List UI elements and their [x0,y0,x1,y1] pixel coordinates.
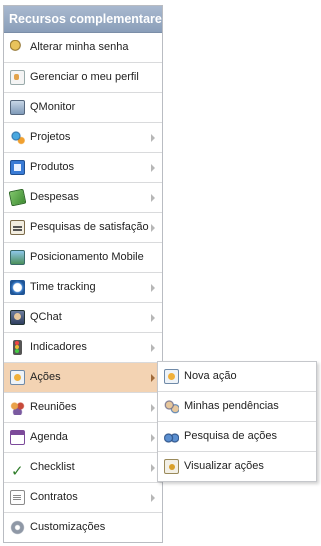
chevron-right-icon [151,224,155,232]
menu-item-customizations[interactable]: Customizações [4,513,162,542]
menu-item-manage-profile[interactable]: Gerenciar o meu perfil [4,63,162,93]
menu-item-label: Checklist [30,461,75,473]
chevron-right-icon [151,404,155,412]
actions-icon [10,370,25,385]
chevron-right-icon [151,464,155,472]
chevron-right-icon [151,314,155,322]
menu-item-label: Indicadores [30,341,87,353]
chevron-right-icon [151,374,155,382]
survey-icon [10,220,25,235]
menu-item-label: Contratos [30,491,78,503]
menu-item-expenses[interactable]: Despesas [4,183,162,213]
chevron-right-icon [151,434,155,442]
clock-icon [10,280,25,295]
menu-item-label: Reuniões [30,401,77,413]
menu-header: Recursos complementares [4,6,162,33]
menu-item-change-password[interactable]: Alterar minha senha [4,33,162,63]
profile-icon [10,70,25,85]
products-icon [10,160,25,175]
calendar-icon [10,430,25,445]
submenu-item-search-actions[interactable]: Pesquisa de ações [158,422,316,452]
menu-item-label: QChat [30,311,62,323]
menu-item-satisfaction-surveys[interactable]: Pesquisas de satisfação [4,213,162,243]
menu-item-qmonitor[interactable]: QMonitor [4,93,162,123]
menu-item-actions[interactable]: Ações [4,363,162,393]
menu-item-label: Posicionamento Mobile [30,251,144,263]
chevron-right-icon [151,494,155,502]
chat-icon [10,310,25,325]
meetings-icon [10,400,25,415]
traffic-light-icon [13,340,22,355]
menu-item-contracts[interactable]: Contratos [4,483,162,513]
menu-item-indicators[interactable]: Indicadores [4,333,162,363]
resources-menu: Recursos complementares Alterar minha se… [3,5,163,543]
checklist-icon [10,457,25,486]
menu-item-products[interactable]: Produtos [4,153,162,183]
menu-item-mobile-positioning[interactable]: Posicionamento Mobile [4,243,162,273]
monitor-icon [10,100,25,115]
mobile-map-icon [10,250,25,265]
submenu-item-label: Nova ação [184,370,237,382]
submenu-item-new-action[interactable]: Nova ação [158,362,316,392]
menu-item-time-tracking[interactable]: Time tracking [4,273,162,303]
menu-item-label: Alterar minha senha [30,41,129,53]
actions-submenu: Nova ação Minhas pendências Pesquisa de … [157,361,317,482]
submenu-item-my-pending[interactable]: Minhas pendências [158,392,316,422]
view-actions-icon [164,459,179,474]
binoculars-icon [164,429,179,444]
menu-item-label: Projetos [30,131,71,143]
gear-icon [10,520,25,535]
menu-item-label: QMonitor [30,101,76,113]
submenu-item-view-actions[interactable]: Visualizar ações [158,452,316,481]
menu-item-label: Ações [30,371,61,383]
menu-item-label: Gerenciar o meu perfil [30,71,139,83]
menu-item-agenda[interactable]: Agenda [4,423,162,453]
contract-icon [10,490,25,505]
submenu-item-label: Pesquisa de ações [184,430,277,442]
new-action-icon [164,369,179,384]
projects-icon [10,130,25,145]
chevron-right-icon [151,194,155,202]
submenu-item-label: Visualizar ações [184,460,264,472]
menu-item-qchat[interactable]: QChat [4,303,162,333]
menu-item-label: Customizações [30,521,106,533]
key-icon [10,40,25,55]
chevron-right-icon [151,344,155,352]
chevron-right-icon [151,284,155,292]
chevron-right-icon [151,134,155,142]
menu-item-checklist[interactable]: Checklist [4,453,162,486]
menu-item-label: Agenda [30,431,68,443]
menu-item-label: Despesas [30,191,79,203]
menu-item-meetings[interactable]: Reuniões [4,393,162,423]
submenu-item-label: Minhas pendências [184,400,279,412]
chevron-right-icon [151,164,155,172]
money-icon [8,188,27,207]
menu-item-label: Pesquisas de satisfação [30,221,149,233]
menu-item-projects[interactable]: Projetos [4,123,162,153]
pending-icon [164,399,179,414]
menu-item-label: Produtos [30,161,75,173]
menu-item-label: Time tracking [30,281,96,293]
